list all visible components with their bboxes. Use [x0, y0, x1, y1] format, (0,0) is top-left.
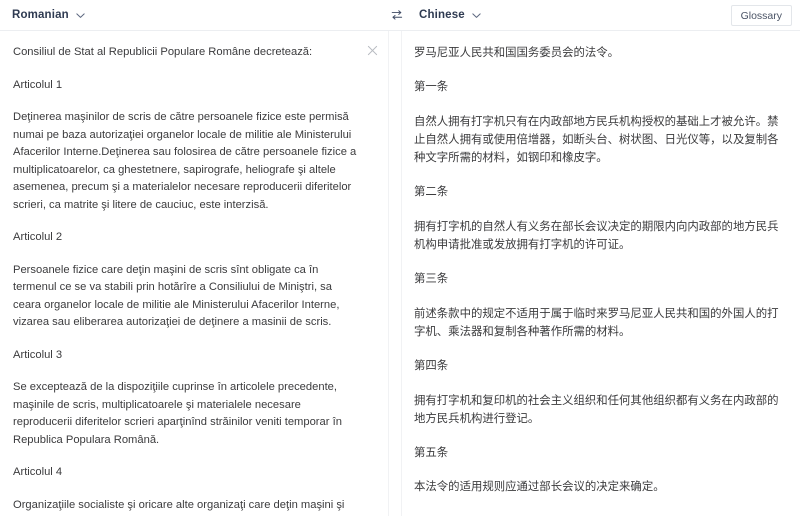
translation-panes: Consiliul de Stat al Republicii Populare… — [0, 31, 800, 516]
swap-languages-button[interactable] — [387, 6, 407, 26]
source-paragraph: Organizaţiile socialiste şi oricare alte… — [13, 498, 345, 511]
source-paragraph: Se exceptează de la dispoziţiile cuprins… — [13, 381, 346, 446]
source-article-heading: Articolul 3 — [13, 348, 63, 361]
source-paragraph: Deţinerea maşinilor de scris de către pe… — [13, 111, 360, 211]
source-paragraph: Consiliul de Stat al Republicii Populare… — [13, 46, 313, 58]
target-text-body: 罗马尼亚人民共和国国务委员会的法令。 第一条 自然人拥有打字机只有在内政部地方民… — [402, 31, 799, 516]
target-paragraph: 拥有打字机和复印机的社会主义组织和任何其他组织都有义务在内政部的地方民兵机构进行… — [414, 394, 779, 425]
target-paragraph: 自然人拥有打字机只有在内政部地方民兵机构授权的基础上才被允许。禁止自然人拥有或使… — [414, 115, 779, 165]
chevron-down-icon — [471, 10, 482, 21]
source-language-selector[interactable]: Romanian — [12, 9, 86, 21]
clear-source-text-button[interactable] — [364, 43, 380, 59]
source-article-heading: Articolul 4 — [13, 466, 63, 478]
target-article-heading: 第四条 — [414, 360, 449, 373]
source-article-heading: Articolul 2 — [13, 231, 63, 243]
target-paragraph: 拥有打字机的自然人有义务在部长会议决定的期限内向内政部的地方民兵机构申请批准或发… — [414, 220, 779, 252]
target-text-pane[interactable]: 罗马尼亚人民共和国国务委员会的法令。 第一条 自然人拥有打字机只有在内政部地方民… — [402, 31, 799, 516]
source-paragraph: Persoanele fizice care deţin maşini de s… — [13, 263, 343, 329]
translator-app: Romanian Chinese Glossary Consiliul de S… — [0, 0, 800, 516]
target-article-heading: 第三条 — [414, 273, 449, 286]
target-article-heading: 第二条 — [414, 186, 449, 199]
target-language-selector[interactable]: Chinese — [419, 9, 482, 21]
close-icon — [367, 44, 378, 59]
target-paragraph: 本法令的适用规则应通过部长会议的决定来确定。 — [414, 481, 665, 494]
toolbar: Romanian Chinese Glossary — [0, 0, 800, 31]
target-paragraph: 前述条款中的规定不适用于属于临时来罗马尼亚人民共和国的外国人的打字机、乘法器和复… — [414, 307, 779, 338]
target-paragraph: 罗马尼亚人民共和国国务委员会的法令。 — [414, 47, 620, 59]
source-language-label: Romanian — [12, 9, 69, 21]
target-language-label: Chinese — [419, 9, 465, 21]
target-article-heading: 第五条 — [414, 447, 449, 460]
target-article-heading: 第一条 — [414, 81, 449, 94]
chevron-down-icon — [75, 10, 86, 21]
source-text-pane[interactable]: Consiliul de Stat al Republicii Populare… — [0, 31, 389, 516]
glossary-button[interactable]: Glossary — [730, 5, 792, 26]
pane-gutter — [389, 31, 402, 516]
source-text-body[interactable]: Consiliul de Stat al Republicii Populare… — [0, 31, 388, 516]
source-article-heading: Articolul 1 — [13, 78, 63, 91]
swap-arrows-icon — [390, 8, 404, 25]
